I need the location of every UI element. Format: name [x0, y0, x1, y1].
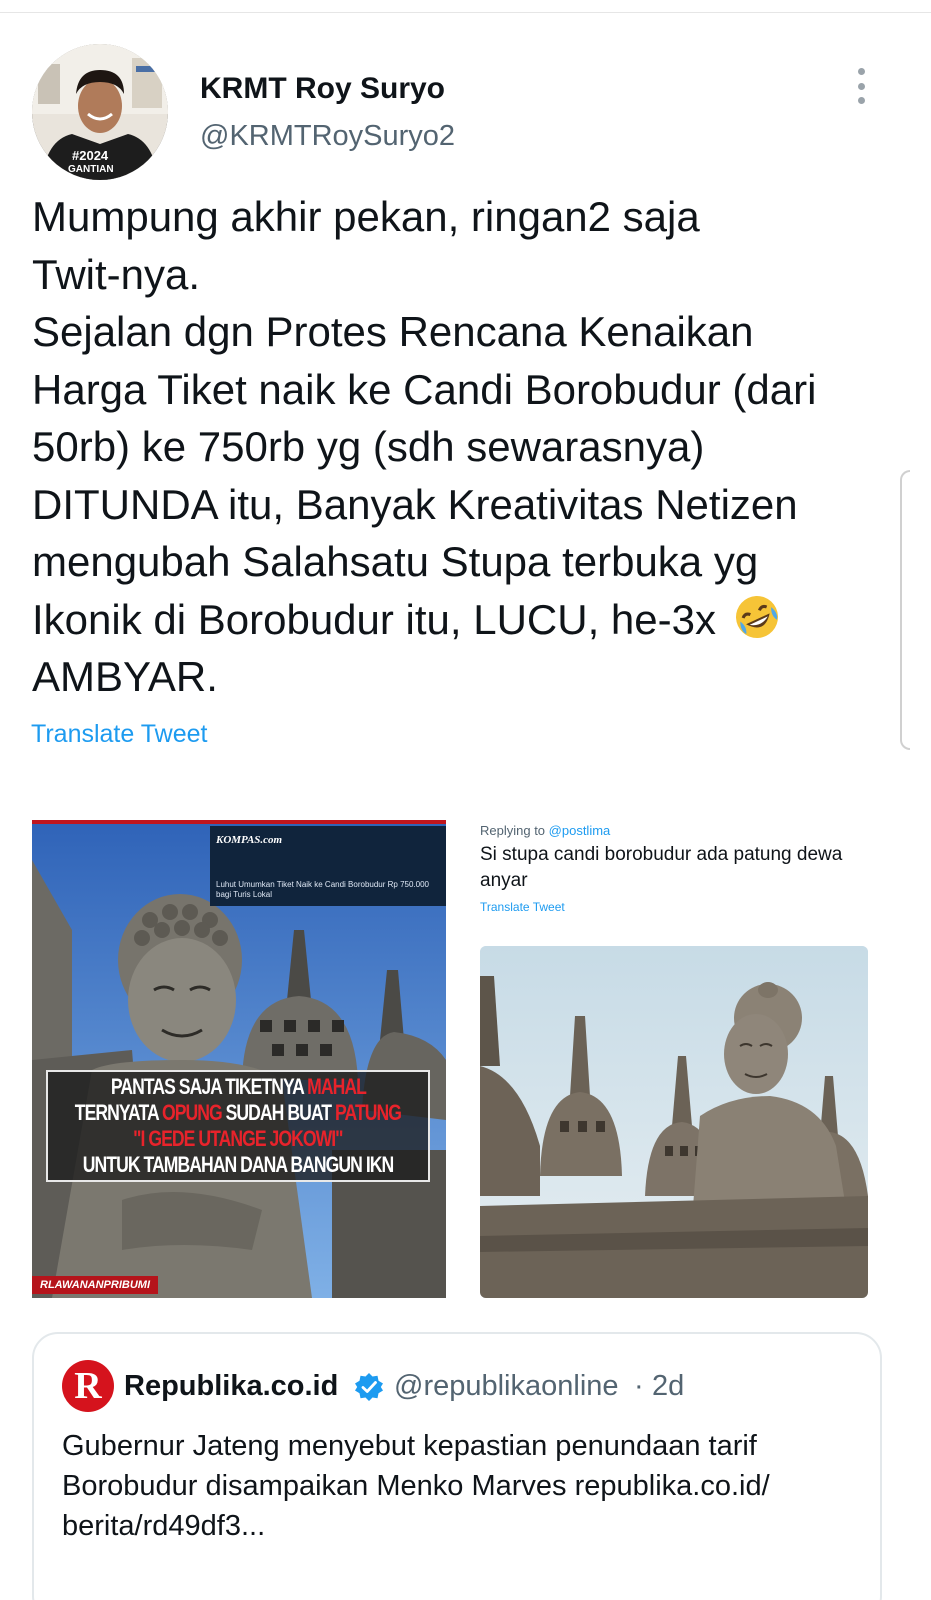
republika-logo-icon: R [62, 1360, 114, 1412]
caption-line-3: "I GEDE UTANGE JOKOWI" [133, 1126, 343, 1151]
media-image-reply-screenshot[interactable]: Replying to @postlima Si stupa candi bor… [465, 820, 881, 1298]
quote-handle: @republikaonline [394, 1370, 619, 1402]
user-handle[interactable]: @KRMTRoySuryo2 [200, 120, 455, 153]
avatar-photo: #2024 GANTIAN [32, 44, 168, 180]
reply-translate-link: Translate Tweet [480, 900, 565, 914]
quote-timestamp: 2d [652, 1370, 685, 1402]
translate-tweet-link[interactable]: Translate Tweet [31, 720, 207, 749]
svg-text:GANTIAN: GANTIAN [68, 164, 114, 175]
reply-photo [480, 946, 868, 1298]
reply-tweet-text: Si stupa candi borobudur ada patung dewa… [480, 844, 843, 891]
news-headline: Luhut Umumkan Tiket Naik ke Candi Borobu… [216, 880, 430, 899]
avatar[interactable]: #2024 GANTIAN [32, 44, 168, 180]
scrollbar[interactable] [900, 470, 910, 750]
reply-mention: @postlima [548, 823, 611, 838]
top-divider [0, 12, 931, 13]
news-screenshot-banner: KOMPAS.com Luhut Umumkan Tiket Naik ke C… [210, 826, 446, 906]
display-name[interactable]: KRMT Roy Suryo [200, 72, 445, 106]
tweet-text: Mumpung akhir pekan, ringan2 saja Twit-n… [32, 188, 892, 706]
quote-display-name: Republika.co.id [124, 1370, 339, 1402]
tweet-body-end: AMBYAR. [32, 653, 218, 700]
quote-separator: · [634, 1370, 644, 1402]
avatar-shirt-text: #2024 [72, 148, 109, 163]
quoted-tweet-card[interactable]: R Republika.co.id @republikaonline · 2d … [32, 1332, 882, 1600]
replying-to-label: Replying to @postlima [480, 823, 611, 838]
meme-caption-box: PANTAS SAJA TIKETNYA MAHAL TERNYATA OPUN… [46, 1070, 430, 1182]
quote-text: Gubernur Jateng menyebut kepastian penun… [62, 1430, 770, 1542]
caption-line-2: TERNYATA OPUNG SUDAH BUAT PATUNG [74, 1100, 402, 1125]
kompas-logo: KOMPAS.com [216, 834, 283, 846]
caption-line-4: UNTUK TAMBAHAN DANA BANGUN IKN [82, 1152, 394, 1177]
media-image-meme[interactable]: KOMPAS.com Luhut Umumkan Tiket Naik ke C… [32, 820, 446, 1298]
watermark-label: RLAWANANPRIBUMI [32, 1276, 158, 1294]
more-options-icon[interactable] [846, 64, 876, 108]
tweet-body: Mumpung akhir pekan, ringan2 saja Twit-n… [32, 193, 817, 643]
verified-badge-icon [355, 1373, 383, 1401]
laughing-emoji-icon [732, 592, 782, 642]
caption-line-1: PANTAS SAJA TIKETNYA MAHAL [110, 1074, 366, 1099]
